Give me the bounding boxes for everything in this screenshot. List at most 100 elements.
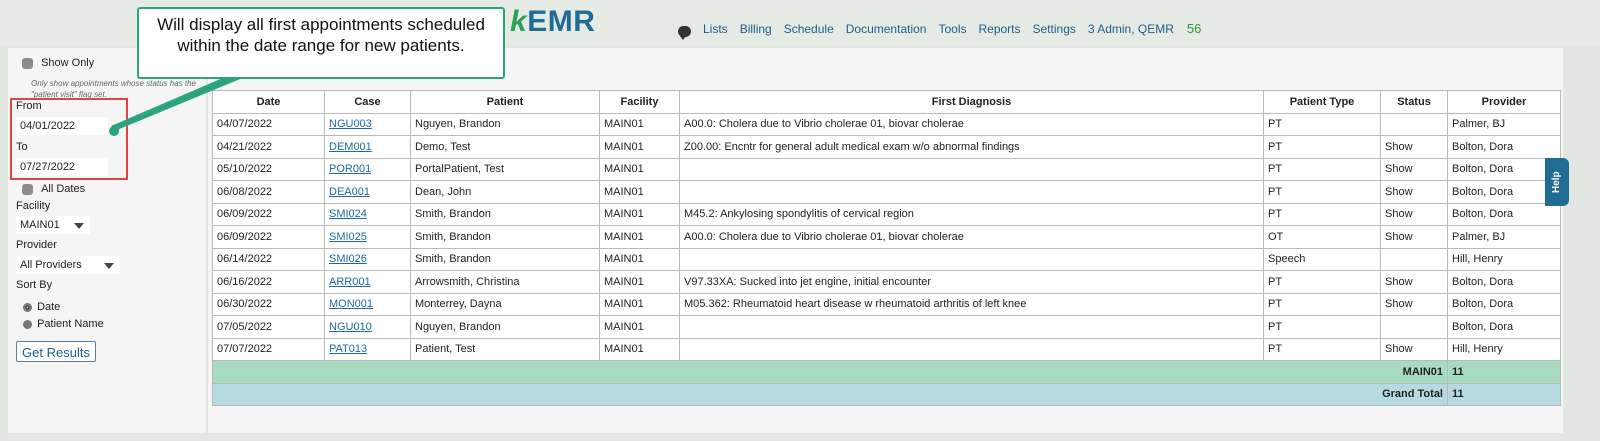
cell-patient: Smith, Brandon [410,225,600,249]
results-table: Date Case Patient Facility First Diagnos… [212,90,1561,406]
results-table-body: 04/07/2022 NGU003 Nguyen, Brandon MAIN01 A00… [212,112,1561,406]
case-link[interactable]: NGU010 [329,321,372,333]
table-row: 06/09/2022 SMI024 Smith, Brandon MAIN01 M45.… [212,202,1561,226]
nav-documentation[interactable]: Documentation [846,22,927,36]
case-link[interactable]: ARR001 [329,276,371,288]
logo-prefix: k [510,5,528,38]
cell-patient-type: PT [1263,337,1381,361]
table-row: 04/07/2022 NGU003 Nguyen, Brandon MAIN01 A00… [212,112,1561,136]
col-header-status[interactable]: Status [1380,90,1448,114]
notification-count[interactable]: 56 [1187,21,1201,36]
show-only-checkbox[interactable] [22,57,33,69]
table-row: 06/09/2022 SMI025 Smith, Brandon MAIN01 A00.… [212,225,1561,249]
case-link[interactable]: SMI026 [329,253,367,265]
sort-date-label: Date [37,301,61,313]
nav-reports[interactable]: Reports [978,22,1020,36]
chat-icon[interactable] [678,26,691,40]
all-dates-row[interactable]: All Dates [22,183,85,195]
cell-status [1380,247,1448,271]
provider-selected-value: All Providers [20,259,82,271]
cell-date: 06/09/2022 [212,225,325,249]
app-logo[interactable]: kEMR [510,5,595,39]
cell-facility: MAIN01 [599,180,680,204]
col-header-patient-type[interactable]: Patient Type [1263,90,1381,114]
cell-case: PAT013 [324,337,411,361]
col-header-patient[interactable]: Patient [410,90,600,114]
main-nav: Lists Billing Schedule Documentation Too… [678,20,1201,40]
cell-patient-type: PT [1263,202,1381,226]
case-link[interactable]: DEM001 [329,141,372,153]
nav-schedule[interactable]: Schedule [784,22,834,36]
help-tab[interactable]: Help [1545,158,1569,206]
col-header-first-diagnosis[interactable]: First Diagnosis [679,90,1264,114]
case-link[interactable]: SMI025 [329,231,367,243]
cell-facility: MAIN01 [599,112,680,136]
sort-label: Sort By [16,279,53,291]
cell-facility: MAIN01 [599,225,680,249]
provider-select[interactable]: All Providers [16,256,120,274]
cell-date: 06/09/2022 [212,202,325,226]
nav-lists[interactable]: Lists [703,22,728,36]
show-only-row[interactable]: Show Only [22,57,94,69]
table-row: 06/30/2022 MON001 Monterrey, Dayna MAIN01 M0… [212,292,1561,316]
subtotal-value: 11 [1447,360,1561,384]
show-only-hint: Only show appointments whose status has … [31,79,196,99]
cell-patient: Nguyen, Brandon [410,112,600,136]
cell-date: 04/07/2022 [212,112,325,136]
get-results-button[interactable]: Get Results [16,341,96,362]
chevron-down-icon [74,223,84,229]
grand-total-row: Grand Total 11 [212,382,1561,406]
cell-case: NGU010 [324,315,411,339]
sort-option-date[interactable]: Date [23,301,60,313]
facility-subtotal-row: MAIN01 11 [212,360,1561,384]
cell-case: SMI024 [324,202,411,226]
table-row: 07/05/2022 NGU010 Nguyen, Brandon MAIN01 PT B… [212,315,1561,339]
case-link[interactable]: DEA001 [329,186,370,198]
cell-first-diagnosis [679,337,1264,361]
case-link[interactable]: SMI024 [329,208,367,220]
cell-date: 05/10/2022 [212,157,325,181]
nav-tools[interactable]: Tools [938,22,966,36]
sort-patient-label: Patient Name [37,318,104,330]
cell-status [1380,112,1448,136]
col-header-provider[interactable]: Provider [1447,90,1561,114]
cell-patient: Patient, Test [410,337,600,361]
cell-provider: Palmer, BJ [1447,112,1561,136]
all-dates-checkbox[interactable] [22,183,33,195]
cell-date: 04/21/2022 [212,135,325,159]
col-header-facility[interactable]: Facility [599,90,680,114]
col-header-date[interactable]: Date [212,90,325,114]
case-link[interactable]: NGU003 [329,118,372,130]
cell-date: 06/08/2022 [212,180,325,204]
cell-first-diagnosis [679,180,1264,204]
cell-patient: Monterrey, Dayna [410,292,600,316]
case-link[interactable]: POR001 [329,163,371,175]
all-dates-label: All Dates [41,183,86,195]
case-link[interactable]: MON001 [329,298,373,310]
sort-date-radio[interactable] [23,302,32,312]
cell-date: 06/14/2022 [212,247,325,271]
cell-case: SMI026 [324,247,411,271]
chevron-down-icon [104,263,114,269]
sort-option-patient-name[interactable]: Patient Name [23,318,104,330]
cell-provider: Bolton, Dora [1447,180,1561,204]
cell-status: Show [1380,225,1448,249]
case-link[interactable]: PAT013 [329,343,367,355]
cell-date: 07/05/2022 [212,315,325,339]
nav-settings[interactable]: Settings [1033,22,1076,36]
cell-status: Show [1380,292,1448,316]
cell-provider: Hill, Henry [1447,247,1561,271]
nav-billing[interactable]: Billing [740,22,772,36]
cell-date: 07/07/2022 [212,337,325,361]
nav-user[interactable]: 3 Admin, QEMR [1088,22,1174,36]
cell-provider: Bolton, Dora [1447,292,1561,316]
cell-provider: Hill, Henry [1447,337,1561,361]
cell-status: Show [1380,135,1448,159]
cell-facility: MAIN01 [599,157,680,181]
cell-first-diagnosis [679,157,1264,181]
col-header-case[interactable]: Case [324,90,411,114]
facility-select[interactable]: MAIN01 [16,216,90,234]
sort-patient-radio[interactable] [23,319,32,329]
cell-case: DEA001 [324,180,411,204]
cell-date: 06/30/2022 [212,292,325,316]
